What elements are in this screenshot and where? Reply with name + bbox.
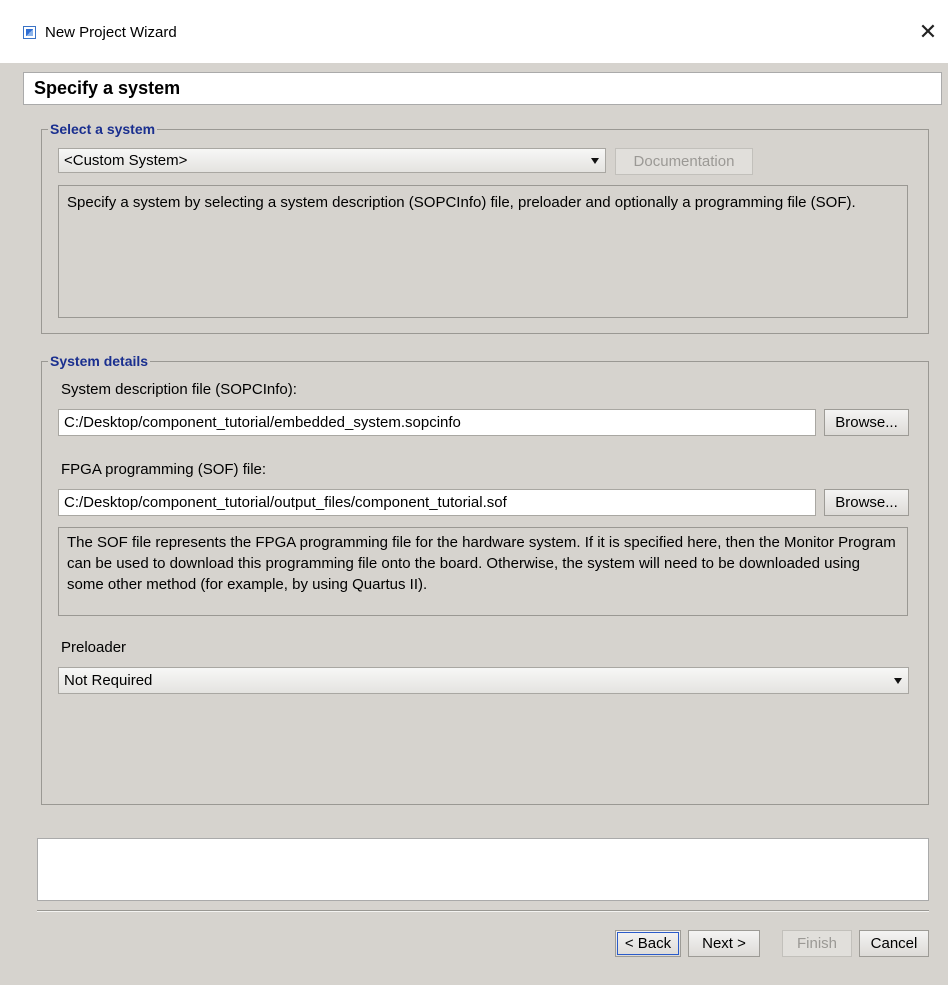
sof-label: FPGA programming (SOF) file: bbox=[61, 461, 267, 478]
page-header: Specify a system bbox=[23, 72, 942, 105]
app-icon bbox=[23, 26, 36, 39]
preloader-label: Preloader bbox=[61, 639, 127, 656]
finish-button[interactable]: Finish bbox=[782, 930, 852, 957]
sof-description-text: The SOF file represents the FPGA program… bbox=[67, 534, 896, 593]
sof-input[interactable]: C:/Desktop/component_tutorial/output_fil… bbox=[58, 489, 816, 516]
chevron-down-icon bbox=[591, 158, 599, 164]
sof-browse-button[interactable]: Browse... bbox=[824, 489, 909, 516]
close-icon[interactable]: ✕ bbox=[908, 14, 948, 50]
system-description-text: Specify a system by selecting a system d… bbox=[67, 194, 856, 211]
back-button[interactable]: < Back bbox=[615, 930, 681, 957]
next-button[interactable]: Next > bbox=[688, 930, 760, 957]
sopcinfo-browse-button[interactable]: Browse... bbox=[824, 409, 909, 436]
cancel-button[interactable]: Cancel bbox=[859, 930, 929, 957]
system-details-legend: System details bbox=[48, 353, 151, 369]
system-description: Specify a system by selecting a system d… bbox=[58, 185, 908, 318]
message-area bbox=[37, 838, 929, 901]
preloader-select[interactable]: Not Required bbox=[58, 667, 909, 694]
separator bbox=[37, 910, 929, 912]
window-title: New Project Wizard bbox=[45, 24, 177, 41]
system-select[interactable]: <Custom System> bbox=[58, 148, 606, 173]
sof-description: The SOF file represents the FPGA program… bbox=[58, 527, 908, 616]
select-system-legend: Select a system bbox=[48, 121, 158, 137]
documentation-button[interactable]: Documentation bbox=[615, 148, 753, 175]
sopcinfo-label: System description file (SOPCInfo): bbox=[61, 381, 297, 398]
title-bar: New Project Wizard ✕ bbox=[0, 0, 948, 63]
sopcinfo-input[interactable]: C:/Desktop/component_tutorial/embedded_s… bbox=[58, 409, 816, 436]
system-select-value: <Custom System> bbox=[64, 152, 188, 169]
preloader-select-value: Not Required bbox=[64, 672, 153, 689]
chevron-down-icon bbox=[894, 678, 902, 684]
page-title: Specify a system bbox=[34, 78, 181, 98]
